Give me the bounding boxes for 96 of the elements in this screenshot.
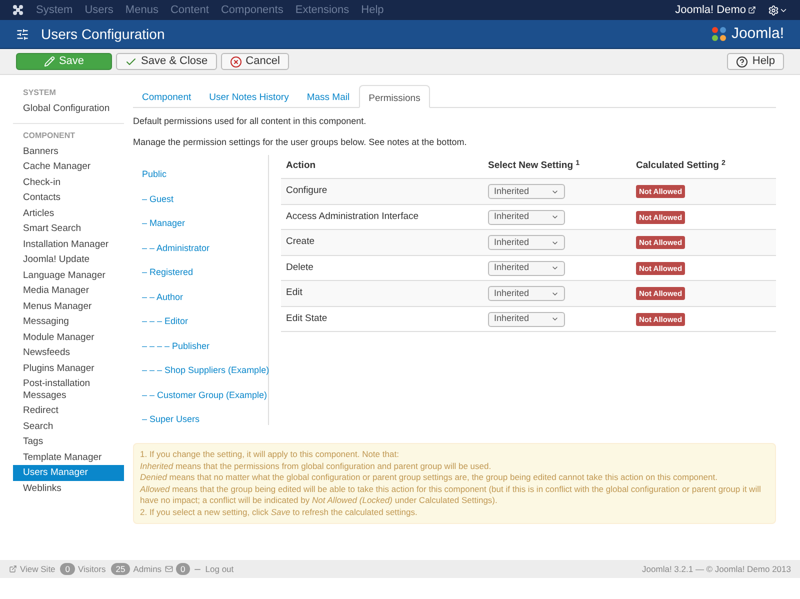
note-text: Inherited means that the permissions from global configuration and parent group will be used. bbox=[140, 460, 492, 472]
action-cell-text: Edit State bbox=[286, 312, 328, 326]
sidebar-item[interactable]: Plugins Manager bbox=[13, 360, 124, 376]
menu-item[interactable]: System bbox=[36, 2, 73, 18]
sidebar-item[interactable]: Language Manager bbox=[13, 268, 124, 283]
setting-select[interactable]: Inherited bbox=[488, 286, 565, 301]
sidebar-item[interactable]: Module Manager bbox=[13, 330, 124, 345]
tab[interactable]: User Notes History bbox=[200, 85, 298, 107]
sidebar-item[interactable]: Smart Search bbox=[13, 221, 124, 236]
external-link-icon bbox=[748, 6, 756, 14]
sidebar-item[interactable]: Menus Manager bbox=[13, 298, 124, 314]
action-cell-text: Configure bbox=[286, 184, 328, 198]
sidebar-item[interactable]: Installation Manager bbox=[13, 236, 124, 252]
mail-icon bbox=[164, 565, 173, 573]
sidebar-item[interactable]: Articles bbox=[13, 206, 124, 221]
setting-select[interactable]: Inherited bbox=[488, 260, 565, 276]
menu-item[interactable]: Content bbox=[170, 2, 209, 18]
sidebar-item[interactable]: Messaging bbox=[13, 314, 124, 330]
cancel-icon bbox=[230, 56, 242, 68]
tab[interactable]: Mass Mail bbox=[298, 85, 359, 107]
note-text: Denied means that no matter what the global configuration or parent group settings are, the group being edited cannot take this action on this component. bbox=[140, 472, 718, 484]
sidebar-item[interactable]: Weblinks bbox=[13, 480, 124, 496]
sidebar-item[interactable]: Search bbox=[13, 418, 124, 434]
group-link[interactable]: – Guest bbox=[142, 192, 174, 206]
action-cell-text: Access Administration Interface bbox=[286, 210, 420, 224]
tab[interactable]: Permissions bbox=[358, 85, 430, 108]
action-cell-text: Delete bbox=[286, 260, 314, 274]
edit-icon bbox=[44, 56, 55, 67]
sliders-icon bbox=[16, 28, 29, 40]
sidebar-heading: COMPONENT bbox=[22, 130, 76, 142]
note-text: Allowed means that the group being edited will be able to take this action for this component (but if this is in conflict with the global configuration or parent group it will have no impact; a conflict will be indicated by Not Allowed (Locked) under Calculated Settings). bbox=[140, 484, 762, 506]
sidebar-item[interactable]: Newsfeeds bbox=[13, 345, 124, 360]
settings-icon bbox=[768, 4, 779, 16]
setting-select[interactable]: Inherited bbox=[488, 235, 565, 250]
group-link[interactable]: – – – Editor bbox=[142, 315, 188, 328]
group-link[interactable]: – – – – Publisher bbox=[142, 340, 210, 353]
intro-text: Default permissions used for all content in this component. bbox=[133, 115, 368, 128]
toolbar-button[interactable]: Save & Close bbox=[116, 53, 217, 70]
sidebar-item[interactable]: Users Manager bbox=[13, 465, 124, 480]
count-badge: 25 bbox=[110, 562, 130, 576]
sidebar-item[interactable]: Cache Manager bbox=[13, 159, 124, 174]
joomla-logo-icon bbox=[711, 26, 728, 42]
tab[interactable]: Component bbox=[133, 85, 200, 107]
sidebar-item[interactable]: Template Manager bbox=[13, 450, 124, 465]
group-link[interactable]: – Registered bbox=[142, 266, 194, 280]
check-icon bbox=[125, 56, 137, 68]
caret-icon bbox=[551, 213, 559, 221]
column-header: Select New Setting $^{1}$ bbox=[488, 159, 581, 174]
caret-icon bbox=[551, 264, 559, 272]
group-link[interactable]: Public bbox=[142, 168, 167, 182]
logo-text: Joomla! bbox=[731, 24, 784, 44]
group-link[interactable]: – – – Shop Suppliers (Example) bbox=[142, 364, 270, 378]
intro-text: Manage the permission settings for the user groups below. See notes at the bottom. bbox=[133, 136, 468, 149]
action-cell-text: Create bbox=[286, 235, 316, 249]
group-link[interactable]: – Manager bbox=[142, 217, 186, 230]
sidebar-item[interactable]: Tags bbox=[13, 434, 124, 450]
sidebar-item[interactable]: Contacts bbox=[13, 190, 124, 206]
admins-label: Admins bbox=[133, 562, 162, 576]
help-icon bbox=[736, 56, 748, 68]
setting-select[interactable]: Inherited bbox=[488, 184, 565, 199]
group-link[interactable]: – – Author bbox=[142, 290, 184, 304]
joomla-logo-icon bbox=[12, 4, 24, 16]
note-text: 2. If you select a new setting, click Save to refresh the calculated settings. bbox=[140, 506, 418, 518]
caret-icon bbox=[551, 315, 559, 323]
menu-item[interactable]: Components bbox=[220, 2, 284, 18]
copyright-text: Joomla! 3.2.1 — © Joomla! Demo 2013 bbox=[642, 562, 791, 576]
toolbar-button[interactable]: Cancel bbox=[220, 53, 289, 70]
sidebar-item[interactable]: Media Manager bbox=[13, 283, 124, 298]
menu-item[interactable]: Users bbox=[84, 2, 114, 18]
action-cell-text: Edit bbox=[286, 286, 304, 300]
group-link[interactable]: – Super Users bbox=[142, 413, 200, 426]
count-badge: 0 bbox=[60, 562, 76, 576]
page-title: Users Configuration bbox=[41, 24, 165, 44]
group-link[interactable]: – – Customer Group (Example) bbox=[142, 388, 268, 402]
sidebar-item[interactable]: Post-installation Messages bbox=[13, 376, 124, 403]
external-link-icon bbox=[9, 565, 17, 573]
column-header: Action bbox=[286, 159, 317, 174]
sidebar-item[interactable]: Global Configuration bbox=[13, 101, 124, 116]
column-header: Calculated Setting $^{2}$ bbox=[636, 159, 726, 174]
count-badge: 0 bbox=[176, 562, 190, 576]
setting-select[interactable]: Inherited bbox=[488, 312, 565, 326]
sidebar-item[interactable]: Banners bbox=[13, 144, 124, 159]
menu-item[interactable]: Help bbox=[361, 2, 384, 18]
sidebar-item[interactable]: Check-in bbox=[13, 174, 124, 190]
sidebar-item[interactable]: Redirect bbox=[13, 403, 124, 418]
visitors-label: Visitors bbox=[78, 562, 106, 576]
menu-item[interactable]: Extensions bbox=[295, 2, 350, 18]
help-button[interactable]: Help bbox=[727, 53, 784, 70]
menu-item[interactable]: Menus bbox=[125, 2, 158, 18]
sidebar-item[interactable]: Joomla! Update bbox=[13, 252, 124, 268]
group-link[interactable]: – – Administrator bbox=[142, 242, 210, 255]
note-text: 1. If you change the setting, it will apply to this component. Note that: bbox=[140, 449, 400, 460]
site-link[interactable]: Joomla! Demo bbox=[675, 2, 756, 18]
setting-select[interactable]: Inherited bbox=[488, 210, 565, 224]
sidebar-heading: SYSTEM bbox=[22, 87, 57, 99]
settings-dropdown[interactable] bbox=[768, 4, 788, 16]
